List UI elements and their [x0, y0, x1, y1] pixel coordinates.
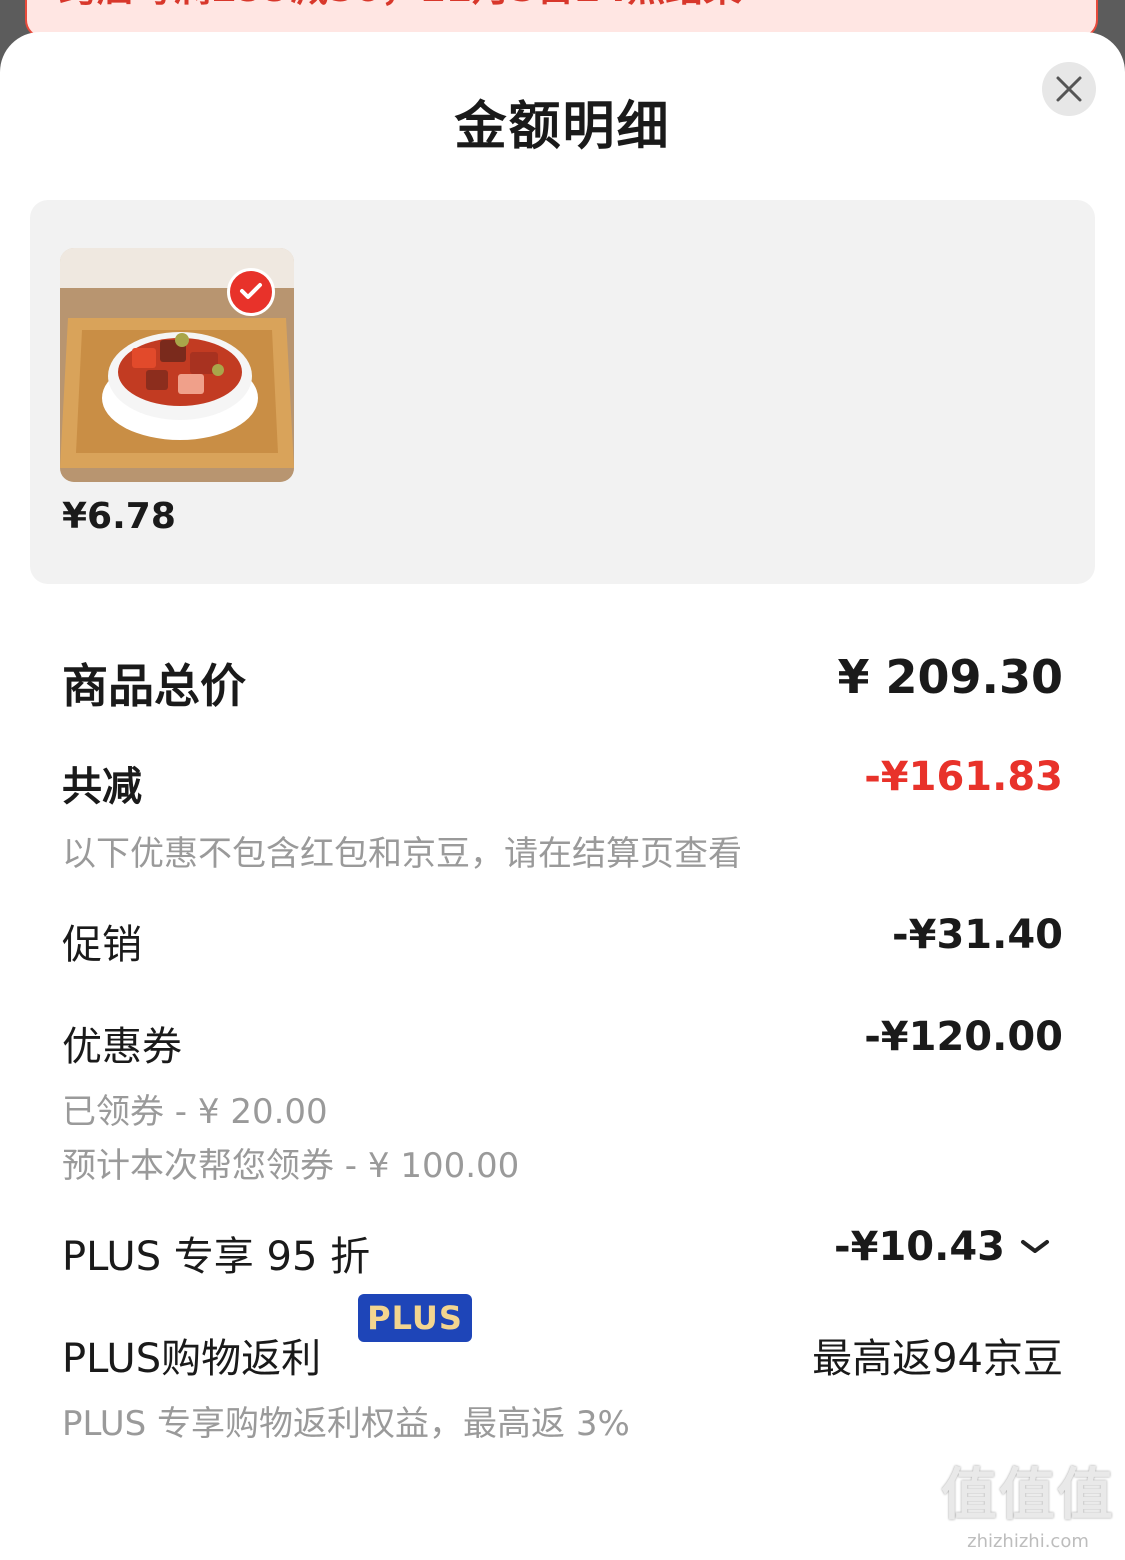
- discount-note: 以下优惠不包含红包和京豆，请在结算页查看: [62, 834, 742, 874]
- plus-discount-value[interactable]: -¥10.43: [834, 1224, 1005, 1270]
- banner-close-icon[interactable]: ✕: [1032, 0, 1066, 6]
- product-card: ¥6.78: [30, 200, 1095, 584]
- site-watermark: 值值值 zhizhizhi.com: [941, 1450, 1115, 1552]
- chevron-down-icon[interactable]: [1018, 1236, 1052, 1258]
- watermark-logo: 值值值: [941, 1463, 1115, 1528]
- discount-total-value: -¥161.83: [864, 754, 1063, 800]
- coupon-label: 优惠券: [62, 1024, 182, 1070]
- promo-value: -¥31.40: [892, 912, 1063, 958]
- plus-badge: PLUS: [358, 1294, 472, 1342]
- plus-rebate-note: PLUS 专享购物返利权益，最高返 3%: [62, 1404, 630, 1444]
- plus-rebate-label: PLUS购物返利: [62, 1336, 322, 1382]
- plus-rebate-value: 最高返94京豆: [812, 1336, 1063, 1382]
- watermark-url: zhizhizhi.com: [967, 1531, 1089, 1552]
- discount-total-label: 共减: [62, 764, 142, 810]
- coupon-auto-claim: 预计本次帮您领券 - ¥ 100.00: [62, 1146, 520, 1186]
- total-price-value: ¥ 209.30: [837, 650, 1063, 704]
- promo-label: 促销: [62, 922, 142, 968]
- promo-banner-text: 跨店每满299减50，11月5日24点结束: [59, 0, 741, 8]
- amount-detail-sheet: 金额明细 ¥6.78 商品总价 ¥ 209.30 共减 -¥161.83 以下优…: [0, 32, 1125, 1560]
- close-button[interactable]: [1042, 62, 1096, 116]
- sheet-title: 金额明细: [454, 97, 671, 157]
- product-price: ¥6.78: [62, 496, 176, 537]
- selected-check-icon: [227, 268, 275, 316]
- coupon-value: -¥120.00: [864, 1014, 1063, 1060]
- coupon-claimed: 已领券 - ¥ 20.00: [62, 1092, 328, 1132]
- plus-discount-label: PLUS 专享 95 折: [62, 1234, 371, 1280]
- total-price-label: 商品总价: [62, 659, 246, 713]
- close-icon: [1056, 76, 1082, 102]
